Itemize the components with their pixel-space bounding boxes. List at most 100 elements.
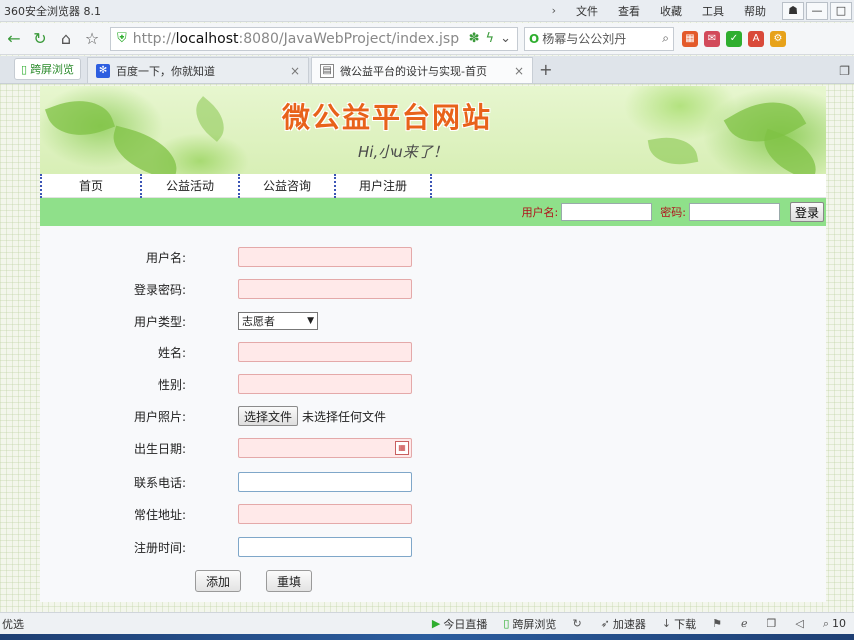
window-controls: ☗ — □ (782, 1, 852, 20)
menu-tools[interactable]: 工具 (692, 3, 734, 19)
regtime-label: 注册时间: (133, 540, 186, 555)
url-host: localhost (175, 30, 239, 47)
calendar-icon[interactable]: ▦ (395, 441, 409, 455)
phone-label: 联系电话: (133, 475, 186, 490)
add-button[interactable]: 添加 (195, 570, 241, 592)
form-row-gender: 性别: (40, 373, 826, 395)
page-icon: ▤ (320, 63, 335, 78)
menu-favorites[interactable]: 收藏 (650, 3, 692, 19)
address-input[interactable] (238, 504, 412, 524)
usertype-select[interactable]: 志愿者 ▼ (238, 312, 318, 330)
cycle-icon: ↻ (572, 617, 582, 630)
site-title: 微公益平台网站 (282, 101, 493, 134)
form-row-birthday: 出生日期: ▦ (40, 437, 826, 459)
form-row-phone: 联系电话: (40, 471, 826, 493)
back-arrow-icon[interactable]: ← (2, 27, 26, 51)
cross-screen-label: 跨屏浏览 (30, 63, 75, 76)
birthday-label: 出生日期: (133, 441, 186, 456)
status-volume[interactable]: ◁ (795, 617, 806, 630)
skin-icon[interactable]: ☗ (782, 1, 804, 20)
tool-icon[interactable]: ⚙ (770, 30, 786, 47)
status-left-text: 优选 (2, 617, 24, 631)
phone-input[interactable] (238, 472, 412, 492)
tab-homepage[interactable]: ▤ 微公益平台的设计与实现-首页 × (311, 57, 534, 83)
search-text: 杨幂与公公刘丹 (542, 32, 627, 46)
nav-home[interactable]: 首页 (40, 173, 140, 198)
tab-baidu[interactable]: ✻ 百度一下，你就知道 × (87, 57, 310, 83)
tab-title: 微公益平台的设计与实现-首页 (340, 64, 488, 78)
form-row-username: 用户名: (40, 246, 826, 268)
status-cross-screen[interactable]: ▯ 跨屏浏览 (503, 616, 556, 632)
play-icon: ▶ (431, 617, 441, 630)
zoom-icon: ⌕ (822, 616, 829, 630)
app-grid-icon[interactable]: ▦ (682, 30, 698, 47)
status-accelerator[interactable]: ➶ 加速器 (601, 616, 646, 632)
status-ie[interactable]: ℯ (741, 617, 751, 630)
regtime-input[interactable] (238, 537, 412, 557)
status-zoom-label: 10 (832, 617, 846, 630)
search-icon[interactable]: ⌕ (662, 31, 673, 46)
leaf-decoration (44, 88, 116, 148)
os-taskbar (0, 634, 854, 640)
new-tab-button[interactable]: + (539, 60, 552, 79)
close-icon[interactable]: × (514, 64, 524, 78)
maximize-button[interactable]: □ (830, 1, 852, 20)
status-refresh[interactable]: ↻ (572, 617, 584, 630)
baidu-paw-icon: ✻ (96, 63, 111, 78)
chevron-right-icon[interactable]: › (542, 4, 566, 17)
choose-file-button[interactable]: 选择文件 (238, 406, 299, 426)
url-path: :8080/JavaWebProject/index.jsp (238, 30, 460, 47)
url-prefix: http:// (132, 30, 176, 47)
translate-icon[interactable]: A (748, 30, 764, 47)
refresh-icon[interactable]: ↻ (28, 27, 52, 51)
app-title: 360安全浏览器 8.1 (4, 4, 101, 18)
speed-mode-icon[interactable]: ϟ (486, 31, 495, 46)
login-password-input[interactable] (689, 203, 780, 221)
menu-view[interactable]: 查看 (608, 3, 650, 19)
dropdown-arrow-icon: ▼ (307, 316, 314, 326)
nav-consulting[interactable]: 公益咨询 (238, 173, 334, 198)
password-input[interactable] (238, 279, 412, 299)
nav-activities[interactable]: 公益活动 (140, 173, 238, 198)
photo-upload: 选择文件 未选择任何文件 (238, 406, 386, 426)
nav-register[interactable]: 用户注册 (334, 173, 432, 198)
status-download[interactable]: ↓ 下载 (662, 616, 696, 632)
close-icon[interactable]: × (290, 64, 300, 78)
site-banner: 微公益平台网站 Hi,小u来了！ (40, 86, 826, 174)
status-flag[interactable]: ⚑ (712, 617, 725, 630)
security-icon[interactable]: ✓ (726, 30, 742, 47)
home-icon[interactable]: ⌂ (54, 27, 78, 51)
login-username-input[interactable] (561, 203, 653, 221)
title-bar: 360安全浏览器 8.1 › 文件 查看 收藏 工具 帮助 ☗ — □ (0, 0, 854, 22)
address-label: 常住地址: (133, 507, 186, 522)
menu-file[interactable]: 文件 (566, 3, 608, 19)
status-download-label: 下载 (674, 617, 697, 631)
login-button[interactable]: 登录 (790, 202, 824, 222)
register-form: 用户名: 登录密码: 用户类型: 志愿者 ▼ 姓名: 性别: 用户照片: 选择文… (40, 226, 826, 602)
star-icon[interactable]: ☆ (80, 27, 104, 51)
username-input[interactable] (238, 247, 412, 267)
status-bar: 优选 ▶ 今日直播 ▯ 跨屏浏览 ↻ ➶ 加速器 ↓ 下载 ⚑ ℯ ❐ ◁ ⌕ 10 (0, 612, 854, 634)
tab-list-icon[interactable]: ❐ (839, 64, 850, 78)
minimize-button[interactable]: — (806, 1, 828, 20)
phone-icon: ▯ (21, 62, 28, 76)
name-input[interactable] (238, 342, 412, 362)
gender-input[interactable] (238, 374, 412, 394)
menu-help[interactable]: 帮助 (734, 3, 776, 19)
reset-button[interactable]: 重填 (266, 570, 312, 592)
leaf-decoration (755, 128, 825, 174)
dropdown-chevron-icon[interactable]: ⌄ (500, 31, 511, 46)
leaf-decoration (186, 96, 234, 142)
cross-screen-button[interactable]: ▯ 跨屏浏览 (14, 58, 82, 80)
url-input[interactable]: ⛨ http://localhost:8080/JavaWebProject/i… (110, 26, 518, 51)
flag-icon: ⚑ (712, 617, 722, 630)
login-username-label: 用户名: (521, 206, 559, 219)
compat-mode-icon[interactable]: ✽ (469, 31, 480, 46)
mail-icon[interactable]: ✉ (704, 30, 720, 47)
status-zoom[interactable]: ⌕ 10 (823, 617, 846, 631)
search-input[interactable]: O 杨幂与公公刘丹 ⌕ (524, 26, 674, 51)
menu-bar: › 文件 查看 收藏 工具 帮助 (542, 3, 776, 19)
birthday-input[interactable] (238, 438, 412, 458)
status-live[interactable]: ▶ 今日直播 (432, 616, 487, 632)
status-window[interactable]: ❐ (766, 617, 779, 630)
